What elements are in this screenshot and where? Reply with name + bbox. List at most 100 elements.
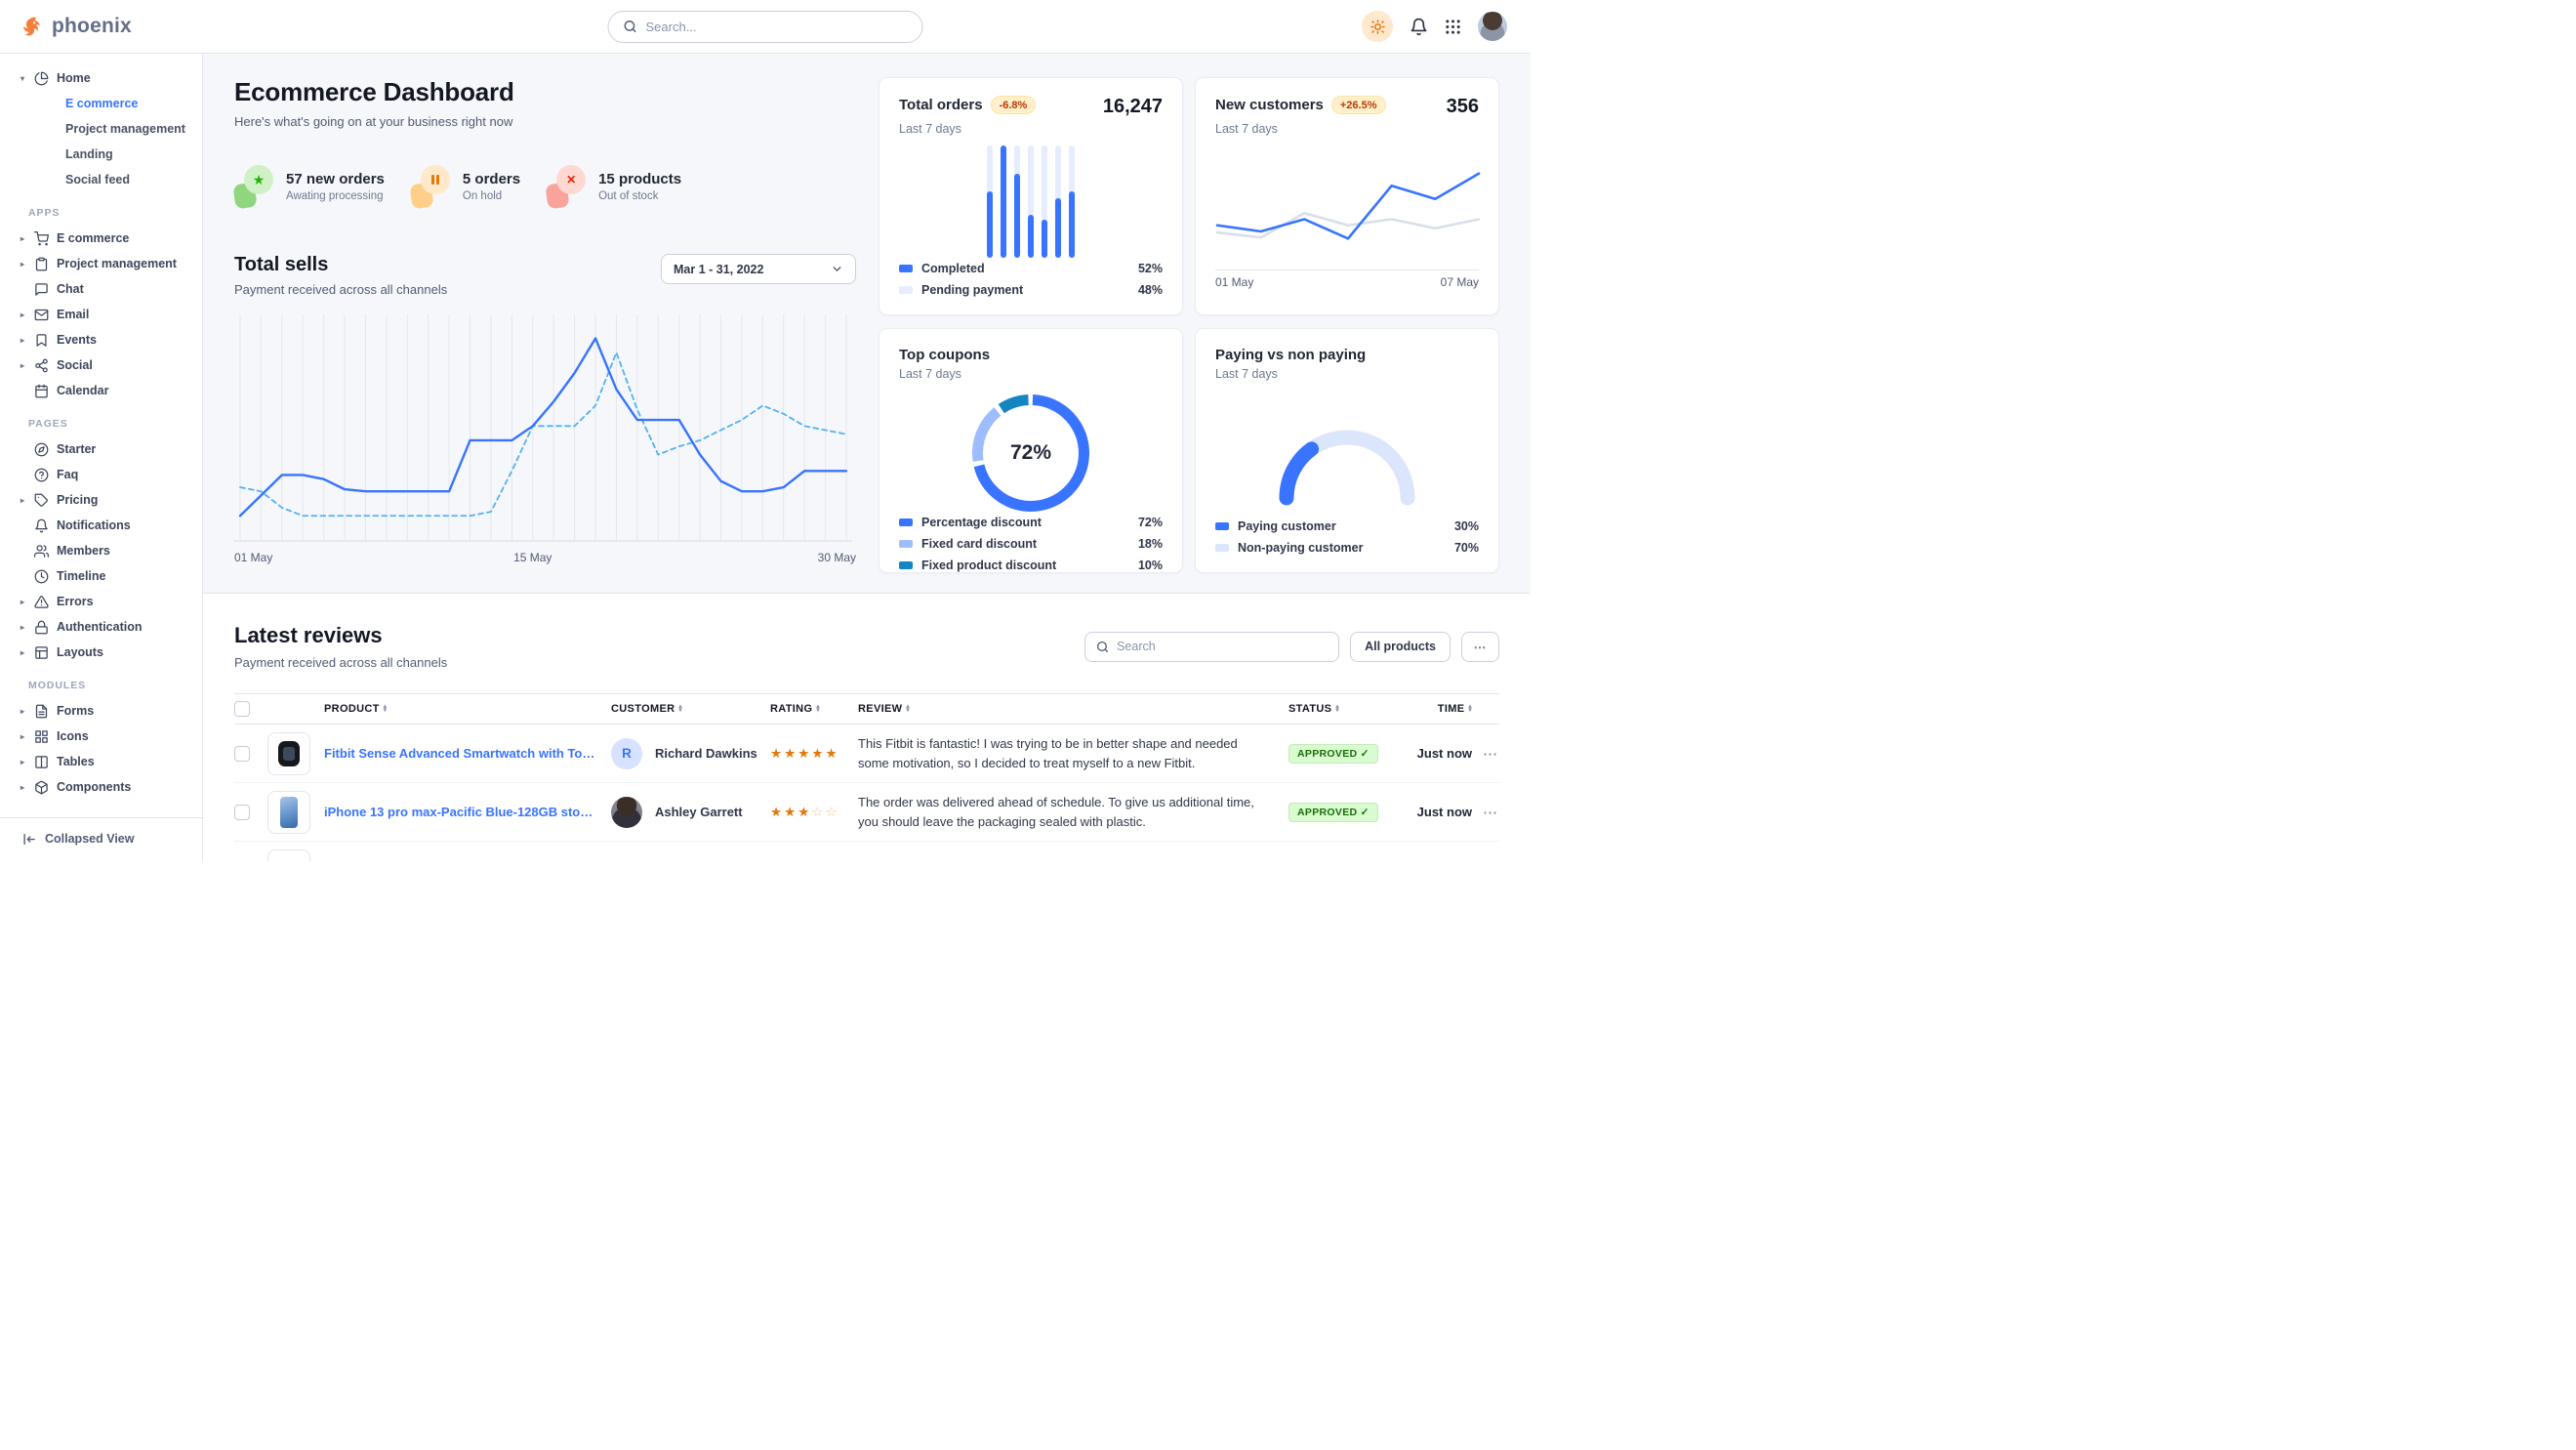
sidebar-item-label: Components bbox=[57, 780, 131, 794]
box-icon bbox=[33, 779, 49, 795]
sidebar-subitem-social-feed[interactable]: Social feed bbox=[0, 167, 202, 192]
sidebar-subitem-landing[interactable]: Landing bbox=[0, 142, 202, 167]
stat-on-hold: 5 ordersOn hold bbox=[411, 165, 520, 208]
page-title: Ecommerce Dashboard bbox=[234, 77, 856, 107]
caret-right-icon: ▸ bbox=[20, 311, 33, 319]
sidebar-item-icons[interactable]: ▸Icons bbox=[0, 724, 202, 749]
product-thumbnail bbox=[267, 849, 310, 861]
all-products-button[interactable]: All products bbox=[1350, 632, 1451, 662]
sidebar-item-authentication[interactable]: ▸Authentication bbox=[0, 614, 202, 640]
reviews-title: Latest reviews bbox=[234, 623, 447, 648]
rating-stars: ★★★★★ bbox=[770, 746, 858, 762]
thumb-cell bbox=[267, 732, 324, 775]
theme-toggle-sun-icon[interactable] bbox=[1362, 11, 1393, 42]
customer-avatar[interactable]: A bbox=[611, 797, 642, 828]
sidebar-item-e-commerce[interactable]: ▸E commerce bbox=[0, 226, 202, 251]
order-bar-fill bbox=[1028, 215, 1034, 258]
logo-text: phoenix bbox=[52, 15, 132, 38]
sidebar-item-faq[interactable]: Faq bbox=[0, 462, 202, 487]
legend-label: Completed bbox=[921, 262, 985, 275]
total-orders-value: 16,247 bbox=[1103, 96, 1163, 118]
sidebar-item-components[interactable]: ▸Components bbox=[0, 774, 202, 800]
sidebar-item-members[interactable]: Members bbox=[0, 538, 202, 563]
sidebar-item-layouts[interactable]: ▸Layouts bbox=[0, 640, 202, 665]
card-legend: Paying customer30%Non-paying customer70% bbox=[1196, 516, 1498, 572]
stat-badge bbox=[411, 165, 450, 208]
x-tick: 01 May bbox=[1215, 275, 1253, 289]
reviews-more-button[interactable]: ⋯ bbox=[1461, 632, 1499, 662]
order-bar-fill bbox=[1069, 191, 1075, 258]
notifications-bell-icon[interactable] bbox=[1410, 18, 1428, 36]
row-checkbox[interactable] bbox=[234, 746, 250, 762]
legend-label: Percentage discount bbox=[921, 516, 1042, 529]
date-range-select[interactable]: Mar 1 - 31, 2022 bbox=[661, 254, 856, 284]
status-badge: APPROVED ✓ bbox=[1288, 803, 1378, 822]
column-header-rating[interactable]: RATING▴▾ bbox=[770, 703, 858, 715]
caret-right-icon: ▸ bbox=[20, 648, 33, 657]
sidebar-item-timeline[interactable]: Timeline bbox=[0, 563, 202, 589]
global-search[interactable] bbox=[608, 11, 923, 43]
stat-value: 5 orders bbox=[463, 171, 520, 187]
sidebar-subitem-project-management[interactable]: Project management bbox=[0, 116, 202, 142]
card-legend: Percentage discount 72% Fixed card discoun… bbox=[879, 512, 1182, 573]
sidebar-item-project-management[interactable]: ▸Project management bbox=[0, 251, 202, 276]
legend-value: 72% bbox=[1138, 516, 1163, 529]
sidebar-item-events[interactable]: ▸Events bbox=[0, 327, 202, 352]
column-header-status[interactable]: STATUS▴▾ bbox=[1288, 703, 1406, 715]
column-header-time[interactable]: TIME▴▾ bbox=[1406, 703, 1482, 715]
sidebar-item-calendar[interactable]: Calendar bbox=[0, 378, 202, 403]
x-tick: 30 May bbox=[818, 551, 856, 564]
reviews-table: PRODUCT▴▾CUSTOMER▴▾RATING▴▾REVIEW▴▾STATU… bbox=[234, 693, 1499, 861]
product-link[interactable]: Fitbit Sense Advanced Smartwatch with To… bbox=[324, 746, 611, 761]
legend-swatch bbox=[899, 540, 913, 548]
customer-avatar[interactable]: R bbox=[611, 738, 642, 769]
select-all-checkbox[interactable] bbox=[234, 701, 250, 717]
pause-icon bbox=[421, 165, 450, 194]
legend-swatch bbox=[1215, 544, 1229, 552]
row-checkbox[interactable] bbox=[234, 805, 250, 820]
columns-icon bbox=[33, 754, 49, 769]
legend-swatch bbox=[899, 265, 913, 272]
sidebar-item-home[interactable]: ▾Home bbox=[0, 65, 202, 91]
legend-item-fixed-card-discount: Fixed card discount18% bbox=[899, 533, 1163, 555]
customer-name: Ashley Garrett bbox=[655, 805, 743, 819]
customer-cell: A Ashley Garrett bbox=[611, 797, 770, 828]
user-avatar[interactable] bbox=[1478, 12, 1507, 41]
sidebar-item-starter[interactable]: Starter bbox=[0, 436, 202, 462]
sort-icon: ▴▾ bbox=[906, 705, 910, 714]
stat-caption: Awating processing bbox=[286, 190, 385, 202]
row-menu-button[interactable]: ⋯ bbox=[1482, 745, 1499, 763]
global-search-input[interactable] bbox=[646, 20, 908, 34]
legend-value: 18% bbox=[1138, 537, 1163, 551]
sidebar-item-forms[interactable]: ▸Forms bbox=[0, 698, 202, 724]
sidebar-item-chat[interactable]: Chat bbox=[0, 276, 202, 302]
sidebar-item-email[interactable]: ▸Email bbox=[0, 302, 202, 327]
dashboard-top-section: Ecommerce Dashboard Here's what's going … bbox=[203, 54, 1531, 594]
phoenix-logo[interactable]: phoenix bbox=[0, 15, 203, 39]
search-icon bbox=[624, 20, 637, 33]
reviews-search[interactable] bbox=[1084, 632, 1339, 662]
clipboard-icon bbox=[33, 256, 49, 271]
paying-gauge-chart bbox=[1196, 406, 1498, 508]
column-header-product[interactable]: PRODUCT▴▾ bbox=[324, 703, 611, 715]
legend-value: 52% bbox=[1138, 262, 1163, 275]
column-header-customer[interactable]: CUSTOMER▴▾ bbox=[611, 703, 770, 715]
share-icon bbox=[33, 357, 49, 373]
apps-grid-icon[interactable] bbox=[1445, 19, 1461, 35]
sidebar-item-errors[interactable]: ▸Errors bbox=[0, 589, 202, 614]
legend-item-completed: Completed 52% bbox=[899, 258, 1163, 279]
paying-vs-nonpaying-card: Paying vs non paying Last 7 days Paying … bbox=[1195, 328, 1499, 573]
sidebar-item-social[interactable]: ▸Social bbox=[0, 352, 202, 378]
caret-down-icon: ▾ bbox=[20, 74, 33, 83]
sidebar-subitem-e-commerce[interactable]: E commerce bbox=[0, 91, 202, 116]
reviews-search-input[interactable] bbox=[1117, 640, 1328, 653]
table-header-row: PRODUCT▴▾CUSTOMER▴▾RATING▴▾REVIEW▴▾STATU… bbox=[234, 693, 1499, 725]
column-header-review[interactable]: REVIEW▴▾ bbox=[858, 703, 1288, 715]
sidebar-item-notifications[interactable]: Notifications bbox=[0, 513, 202, 538]
row-menu-button[interactable]: ⋯ bbox=[1482, 804, 1499, 821]
sidebar-item-pricing[interactable]: ▸Pricing bbox=[0, 487, 202, 513]
product-link[interactable]: iPhone 13 pro max-Pacific Blue-128GB sto… bbox=[324, 805, 611, 819]
sidebar-item-tables[interactable]: ▸Tables bbox=[0, 749, 202, 774]
legend-item-percentage-discount: Percentage discount 72% bbox=[899, 512, 1163, 533]
collapsed-view-button[interactable]: Collapsed View bbox=[0, 817, 202, 861]
